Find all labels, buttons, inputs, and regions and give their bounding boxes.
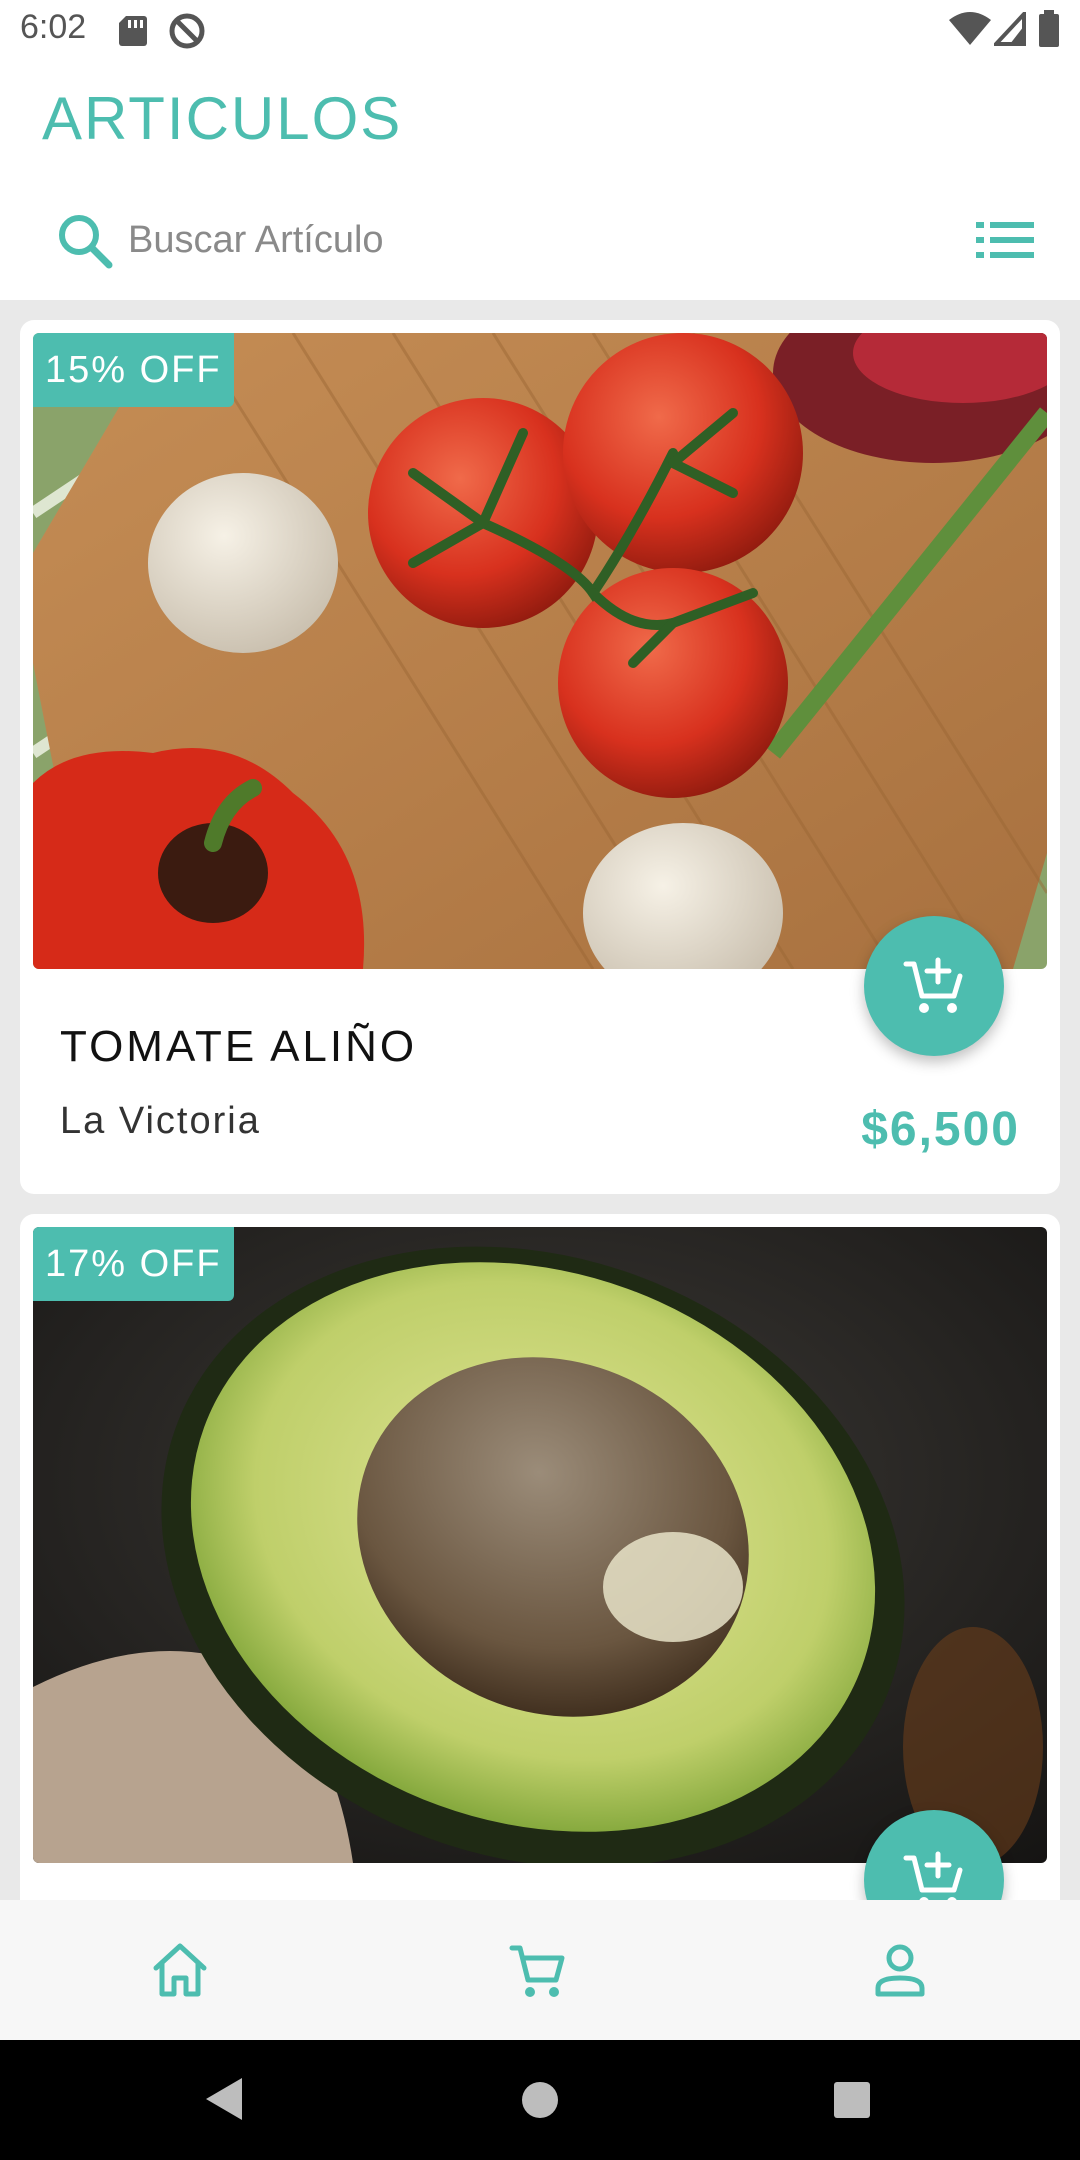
product-feed[interactable]: 15% OFF TOMATE ALIÑO La Victoria $6,500 xyxy=(0,300,1080,1900)
signal-icon xyxy=(994,12,1026,46)
home-circle-icon[interactable] xyxy=(520,2080,560,2120)
product-card[interactable]: 17% OFF xyxy=(20,1214,1060,1900)
product-image xyxy=(33,1227,1047,1863)
bottom-navigation xyxy=(0,1900,1080,2040)
recents-icon[interactable] xyxy=(832,2080,872,2120)
app-header: ARTICULOS xyxy=(0,62,1080,300)
status-bar: 6:02 xyxy=(0,0,1080,62)
system-navigation-bar xyxy=(0,2040,1080,2160)
product-image xyxy=(33,333,1047,969)
search-input[interactable] xyxy=(128,210,828,270)
discount-badge: 17% OFF xyxy=(33,1227,234,1301)
add-to-cart-button[interactable] xyxy=(864,916,1004,1056)
sd-card-icon xyxy=(119,16,147,46)
search-icon xyxy=(59,215,113,269)
status-time: 6:02 xyxy=(20,8,87,46)
page-title: ARTICULOS xyxy=(42,85,403,152)
nav-profile[interactable] xyxy=(870,1940,930,2000)
wifi-icon xyxy=(949,12,991,45)
product-name: TOMATE ALIÑO xyxy=(60,1022,418,1071)
product-card[interactable]: 15% OFF TOMATE ALIÑO La Victoria $6,500 xyxy=(20,320,1060,1194)
vegetables-photo xyxy=(33,333,1047,969)
person-icon xyxy=(875,1944,925,1997)
nav-cart[interactable] xyxy=(508,1940,568,2000)
avocado-photo xyxy=(33,1227,1047,1863)
back-icon[interactable] xyxy=(204,2076,244,2122)
add-shopping-cart-icon xyxy=(903,1851,963,1900)
product-price: $6,500 xyxy=(861,1103,1020,1156)
nav-home[interactable] xyxy=(150,1940,210,2000)
list-view-icon xyxy=(976,222,1034,258)
search-bar[interactable] xyxy=(42,202,1042,282)
battery-icon xyxy=(1039,10,1059,47)
home-icon xyxy=(153,1943,207,1997)
add-shopping-cart-icon xyxy=(903,957,963,1013)
product-store: La Victoria xyxy=(60,1100,261,1142)
discount-badge: 15% OFF xyxy=(33,333,234,407)
cart-icon xyxy=(509,1945,565,1997)
list-view-button[interactable] xyxy=(976,220,1036,260)
do-not-disturb-icon xyxy=(169,13,205,49)
